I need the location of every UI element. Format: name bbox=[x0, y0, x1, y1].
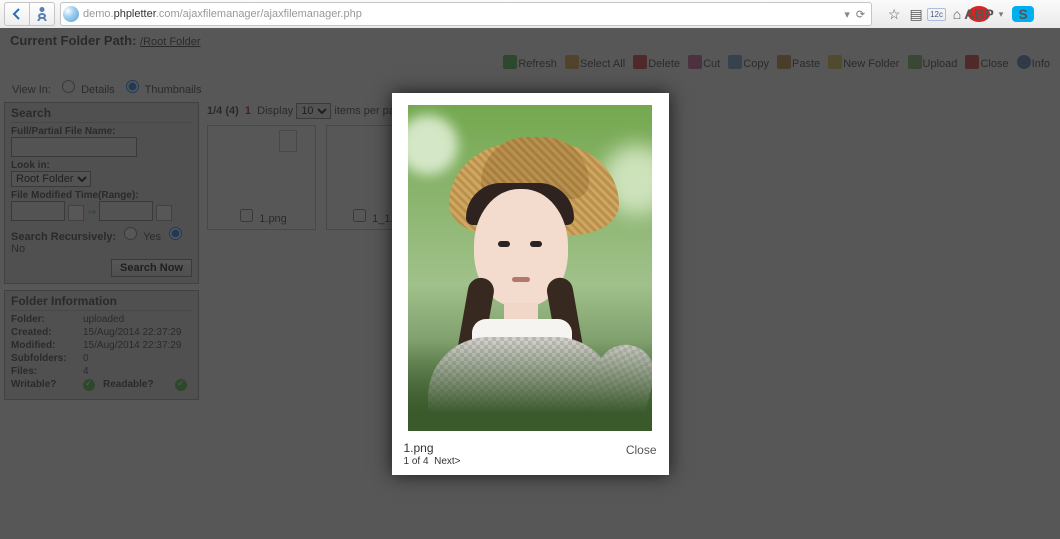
preview-filename: 1.png bbox=[404, 441, 461, 455]
preview-image bbox=[408, 105, 652, 431]
identity-button[interactable] bbox=[30, 2, 55, 26]
reader-mode-caret[interactable]: ▾ bbox=[844, 8, 850, 21]
abp-icon[interactable]: ABP bbox=[968, 6, 990, 22]
bookmark-star-icon[interactable]: ☆ bbox=[883, 6, 905, 23]
url-text: demo.phpletter.com/ajaxfilemanager/ajaxf… bbox=[83, 8, 844, 20]
skype-icon[interactable]: S bbox=[1012, 6, 1034, 22]
preview-close-button[interactable]: Close bbox=[626, 443, 657, 457]
browser-toolbar: demo.phpletter.com/ajaxfilemanager/ajaxf… bbox=[0, 0, 1060, 29]
reload-button[interactable]: ⟳ bbox=[856, 8, 865, 21]
address-bar[interactable]: demo.phpletter.com/ajaxfilemanager/ajaxf… bbox=[60, 2, 872, 26]
dropdown-chevron-icon[interactable]: ▾ bbox=[990, 9, 1012, 20]
preview-position: 1 of 4 bbox=[404, 456, 429, 467]
extension-badge[interactable]: 12c bbox=[927, 8, 946, 21]
back-button[interactable] bbox=[4, 2, 30, 26]
library-icon[interactable]: ▤ bbox=[905, 6, 927, 23]
site-icon bbox=[63, 6, 79, 22]
menu-button[interactable] bbox=[1034, 7, 1056, 21]
image-preview-modal: 1.png 1 of 4 Next> Close bbox=[392, 93, 669, 475]
lightbox: 1.png 1 of 4 Next> Close bbox=[0, 28, 1060, 539]
preview-next-link[interactable]: Next> bbox=[434, 456, 460, 467]
